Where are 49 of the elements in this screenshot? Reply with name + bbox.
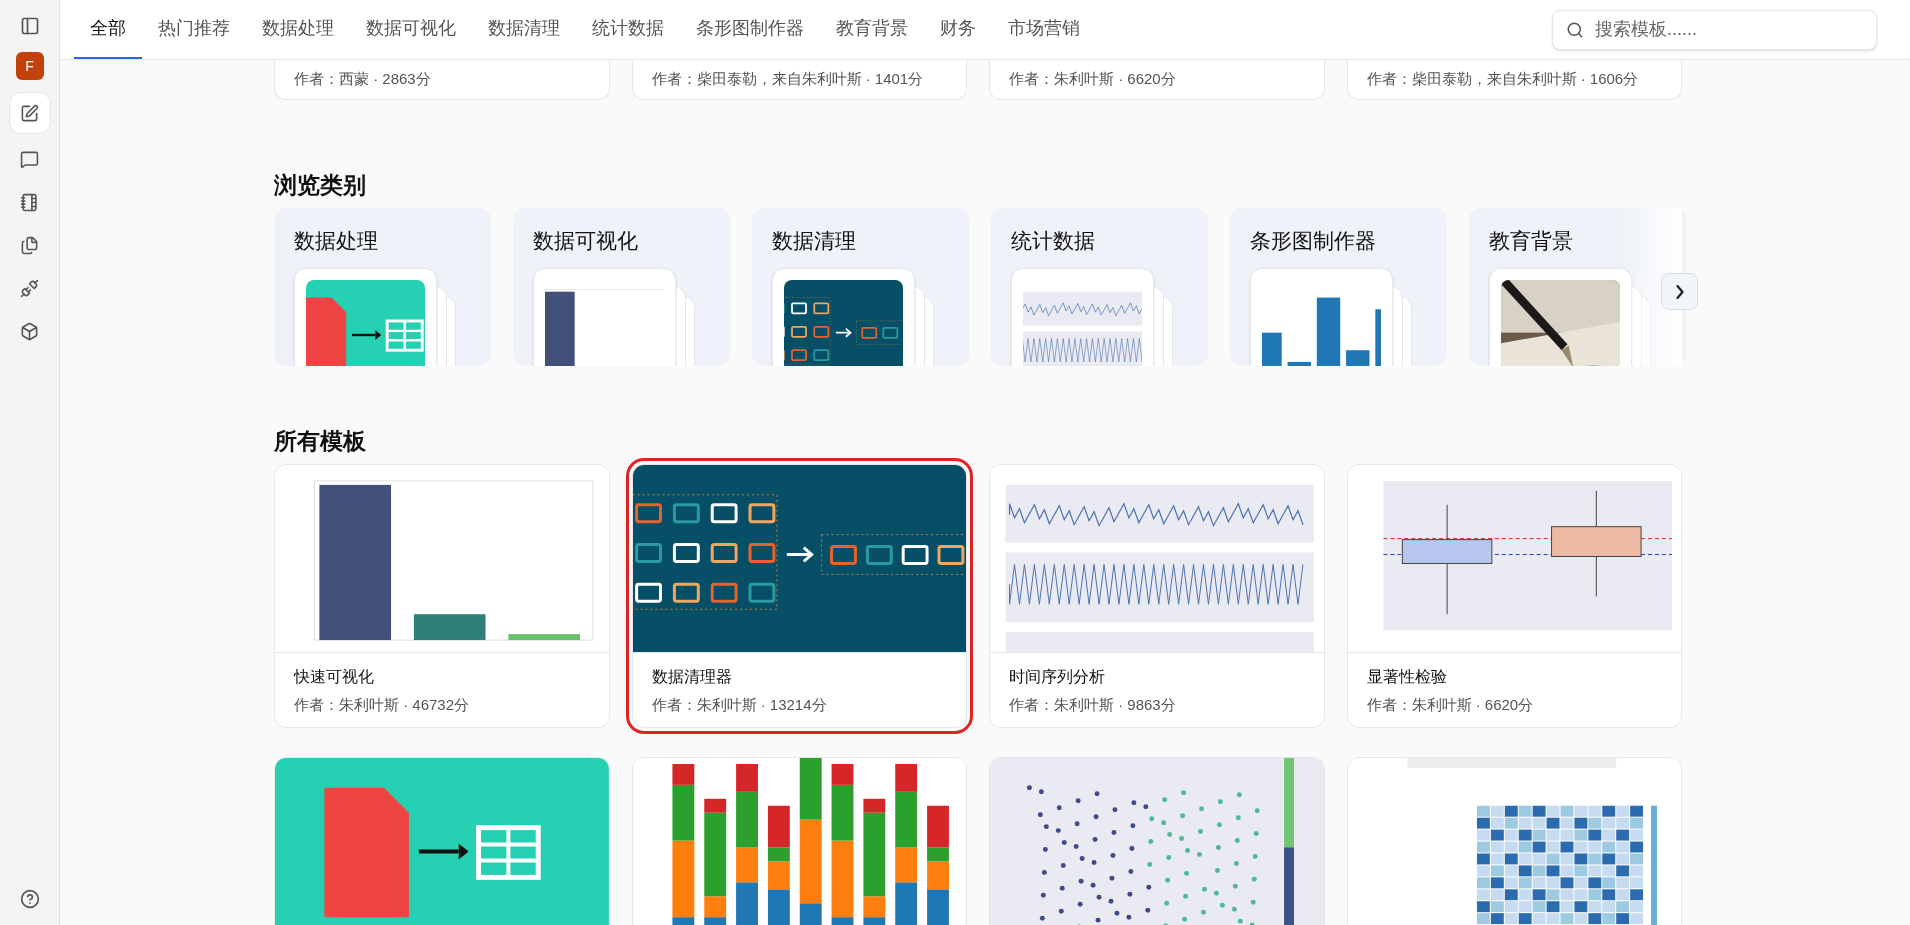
category-tab[interactable]: 数据清理 xyxy=(472,0,576,59)
section-heading: 浏览类别 xyxy=(274,171,367,200)
avatar[interactable]: F xyxy=(15,52,44,80)
template-card[interactable]: 时间序列分析 作者：朱利叶斯 · 9863分 xyxy=(989,464,1325,728)
category-card[interactable]: 统计数据 xyxy=(991,208,1208,366)
template-card[interactable]: 作者：柴田泰勒，来自朱利叶斯 · 1401分 xyxy=(631,60,967,100)
template-title: 数据清理器 xyxy=(650,667,733,687)
category-card[interactable]: 数据可视化 xyxy=(513,208,730,366)
category-card[interactable]: 数据清理 xyxy=(752,208,969,366)
template-byline: 作者：朱利叶斯 · 6620分 xyxy=(1365,695,1535,715)
category-card[interactable]: 条形图制作器 xyxy=(1230,208,1447,366)
category-tab[interactable]: 数据可视化 xyxy=(350,0,472,59)
template-byline: 作者：西蒙 · 2863分 xyxy=(294,69,431,90)
template-card[interactable]: 作者：柴田泰勒，来自朱利叶斯 · 1606分 xyxy=(1346,60,1682,100)
category-tab[interactable]: 条形图制作器 xyxy=(680,0,820,59)
template-card[interactable]: 作者：西蒙 · 2863分 xyxy=(274,60,610,100)
template-card[interactable]: 快速可视化 作者：朱利叶斯 · 46732分 xyxy=(274,464,610,728)
search-field[interactable]: 搜索模板...... xyxy=(1552,9,1877,50)
template-byline: 作者：柴田泰勒，来自朱利叶斯 · 1401分 xyxy=(651,69,924,90)
category-tab[interactable]: 财务 xyxy=(924,0,992,59)
template-byline: 作者：朱利叶斯 · 46732分 xyxy=(293,695,471,715)
help-icon[interactable] xyxy=(19,889,40,909)
template-title: 显著性检验 xyxy=(1365,667,1448,687)
template-title: 时间序列分析 xyxy=(1008,667,1106,687)
category-tab[interactable]: 教育背景 xyxy=(820,0,924,59)
template-byline: 作者：朱利叶斯 · 6620分 xyxy=(1009,69,1176,90)
template-card[interactable]: 显著性检验 作者：朱利叶斯 · 6620分 xyxy=(1346,464,1682,728)
sidebar-toggle-icon[interactable] xyxy=(19,16,40,36)
category-tab[interactable]: 数据处理 xyxy=(246,0,350,59)
category-title: 统计数据 xyxy=(1011,228,1095,254)
category-tab[interactable]: 热门推荐 xyxy=(142,0,246,59)
category-title: 教育背景 xyxy=(1489,228,1573,254)
template-byline: 作者：柴田泰勒，来自朱利叶斯 · 1606分 xyxy=(1366,69,1639,90)
chevron-right-icon xyxy=(1675,284,1684,299)
category-title: 条形图制作器 xyxy=(1250,228,1376,254)
category-tab[interactable]: 全部 xyxy=(74,0,142,59)
category-title: 数据可视化 xyxy=(533,228,638,254)
category-title: 数据处理 xyxy=(294,228,378,254)
category-tab[interactable]: 市场营销 xyxy=(992,0,1096,59)
next-button[interactable] xyxy=(1661,273,1698,310)
template-title: 快速可视化 xyxy=(292,667,375,687)
template-byline: 作者：朱利叶斯 · 13214分 xyxy=(650,695,828,715)
category-title: 数据清理 xyxy=(772,228,856,254)
section-heading: 所有模板 xyxy=(274,427,367,456)
template-card[interactable]: 作者：朱利叶斯 · 6620分 xyxy=(989,60,1325,100)
template-byline: 作者：朱利叶斯 · 9863分 xyxy=(1008,695,1177,715)
search-icon xyxy=(1566,20,1584,39)
category-card[interactable]: 数据处理 xyxy=(274,208,491,366)
category-tab[interactable]: 统计数据 xyxy=(576,0,680,59)
